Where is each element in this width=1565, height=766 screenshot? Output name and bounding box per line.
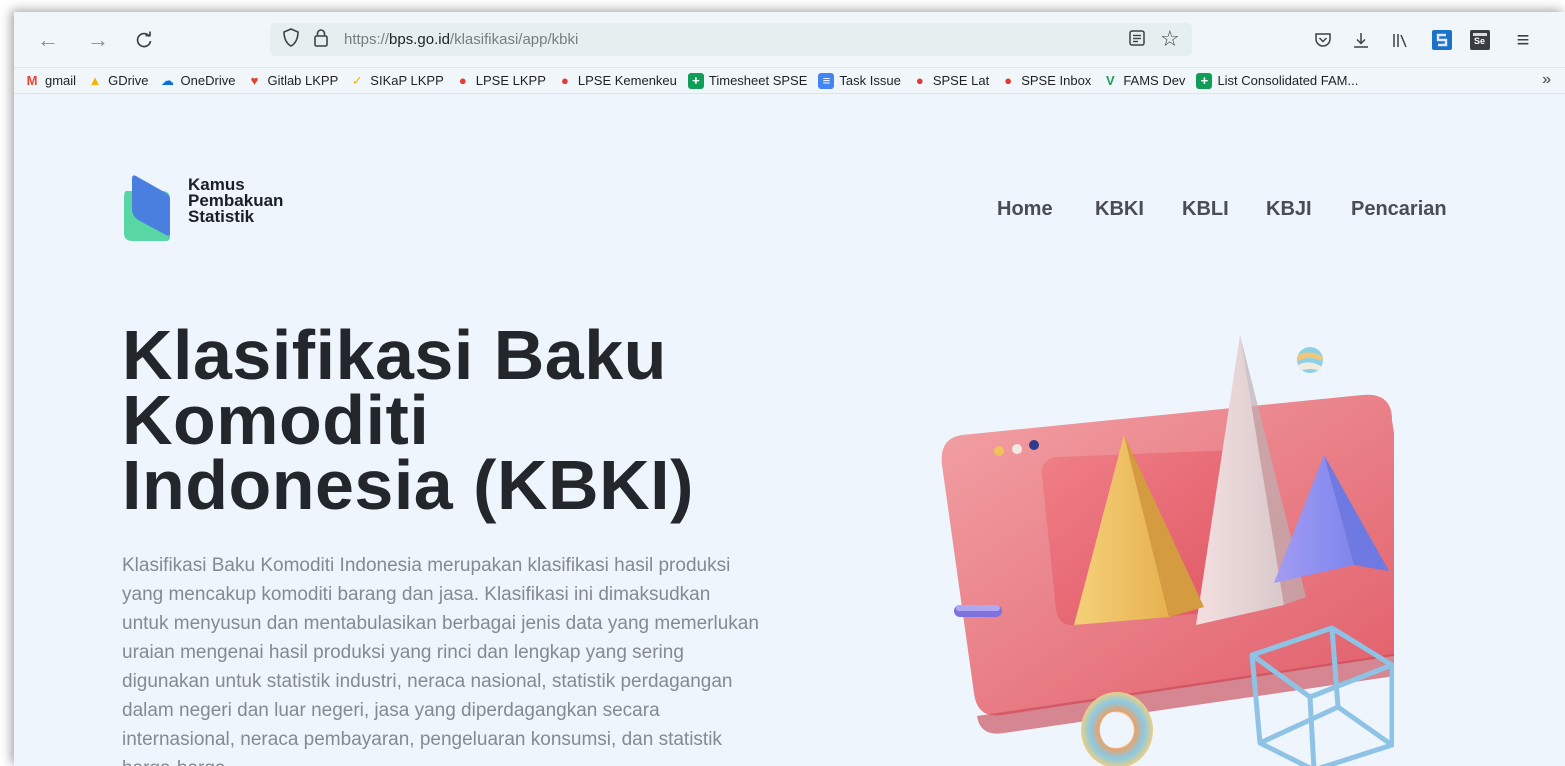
bookmark-favicon-icon: ✓: [351, 72, 363, 88]
page-description: Klasifikasi Baku Komoditi Indonesia meru…: [122, 555, 759, 766]
menu-icon[interactable]: ≡: [1509, 26, 1537, 54]
bookmark-favicon-icon: ▲: [88, 73, 102, 88]
bookmark-favicon-icon: ●: [458, 73, 467, 88]
bookmark-label: List Consolidated FAM...: [1217, 73, 1359, 88]
bookmark-label: LPSE LKPP: [475, 73, 546, 88]
bookmark-item[interactable]: + List Consolidated FAM...: [1196, 72, 1359, 89]
extension-s-icon[interactable]: [1428, 26, 1456, 54]
bookmark-favicon-icon: +: [687, 72, 704, 89]
bookmark-item[interactable]: Mgmail: [24, 73, 77, 89]
bookmark-item[interactable]: ✓ SIKaP LKPP: [349, 72, 444, 89]
browser-toolbar: ← → https://bps.go.id/klasifikasi/app/kb…: [14, 12, 1565, 68]
pocket-icon[interactable]: [1309, 26, 1337, 54]
bookmarks-bar: Mgmail ▲ GDrive ☁ OneDrive ♥ Gitlab LKPP ✓ SIKaP…: [14, 68, 1565, 94]
url-text[interactable]: https://bps.go.id/klasifikasi/app/kbki: [344, 31, 578, 48]
bookmark-favicon-icon: M: [26, 73, 38, 88]
star-icon[interactable]: ☆: [1160, 26, 1180, 52]
page-title-line: Klasifikasi Baku: [122, 316, 667, 394]
bookmark-label: GDrive: [108, 73, 149, 88]
nav-kbli[interactable]: KBLI: [1182, 198, 1229, 221]
back-icon[interactable]: ←: [34, 26, 62, 54]
bookmark-item[interactable]: + Timesheet SPSE: [687, 72, 808, 89]
bookmark-label: OneDrive: [180, 73, 236, 88]
nav-pencarian[interactable]: Pencarian: [1351, 198, 1447, 221]
bookmark-favicon-icon: V: [1105, 73, 1115, 88]
lock-icon[interactable]: [312, 27, 330, 55]
bookmark-label: SPSE Lat: [932, 73, 990, 88]
bookmark-favicon-icon: ☁: [161, 72, 175, 88]
bookmark-item[interactable]: ▲ GDrive: [87, 73, 149, 89]
bookmark-label: gmail: [45, 73, 77, 88]
bookmark-item[interactable]: ● SPSE Lat: [912, 73, 989, 89]
url-bar[interactable]: https://bps.go.id/klasifikasi/app/kbki ☆: [270, 23, 1192, 56]
bookmark-label: Timesheet SPSE: [708, 73, 808, 88]
extension-se-icon[interactable]: Se: [1466, 26, 1494, 54]
library-icon[interactable]: [1386, 26, 1414, 54]
nav-kbki[interactable]: KBKI: [1095, 198, 1144, 221]
bookmark-label: FAMS Dev: [1123, 73, 1186, 88]
hero-illustration: [934, 325, 1425, 766]
page-title-line: Indonesia (KBKI): [122, 446, 694, 524]
shield-icon[interactable]: [282, 27, 300, 55]
bookmark-favicon-icon: ●: [915, 73, 924, 88]
bookmark-label: Gitlab LKPP: [267, 73, 339, 88]
bookmark-label: SIKaP LKPP: [370, 73, 444, 88]
bookmark-favicon-icon: ●: [560, 73, 569, 88]
bookmark-favicon-icon: ●: [1004, 73, 1013, 88]
bookmark-favicon-icon: +: [1196, 72, 1213, 89]
forward-icon[interactable]: →: [84, 26, 112, 54]
bookmark-item[interactable]: ● SPSE Inbox: [1000, 73, 1091, 89]
bookmark-item[interactable]: V FAMS Dev: [1102, 73, 1185, 89]
page-content: Kamus Pembakuan Statistik Home KBKI KBLI…: [14, 95, 1565, 766]
bookmark-favicon-icon: ≡: [818, 72, 835, 89]
bookmark-item[interactable]: ♥ Gitlab LKPP: [246, 73, 339, 89]
logo-line: Statistik: [188, 207, 255, 226]
bookmark-item[interactable]: ≡ Task Issue: [818, 72, 901, 89]
bookmarks-overflow-icon[interactable]: »: [1542, 71, 1551, 89]
reader-icon[interactable]: [1128, 29, 1146, 53]
bookmark-label: SPSE Inbox: [1021, 73, 1092, 88]
bookmark-item[interactable]: ● LPSE Kemenkeu: [557, 73, 677, 89]
bookmark-item[interactable]: ● LPSE LKPP: [455, 73, 546, 89]
site-logo-text[interactable]: Kamus Pembakuan Statistik: [188, 176, 283, 226]
extension-se-label: Se: [1474, 36, 1486, 46]
download-icon[interactable]: [1347, 26, 1375, 54]
nav-home[interactable]: Home: [997, 198, 1053, 221]
bookmark-label: LPSE Kemenkeu: [577, 73, 677, 88]
page-title-line: Komoditi: [122, 381, 430, 459]
bookmark-favicon-icon: ♥: [250, 73, 259, 88]
site-logo-icon[interactable]: [122, 175, 172, 241]
bookmark-label: Task Issue: [839, 73, 901, 88]
reload-icon[interactable]: [130, 26, 158, 54]
nav-kbji[interactable]: KBJI: [1266, 198, 1312, 221]
page-title: Klasifikasi Baku Komoditi Indonesia (KBK…: [122, 316, 762, 524]
browser-window: ← → https://bps.go.id/klasifikasi/app/kb…: [14, 12, 1565, 766]
bookmark-item[interactable]: ☁ OneDrive: [160, 72, 236, 89]
